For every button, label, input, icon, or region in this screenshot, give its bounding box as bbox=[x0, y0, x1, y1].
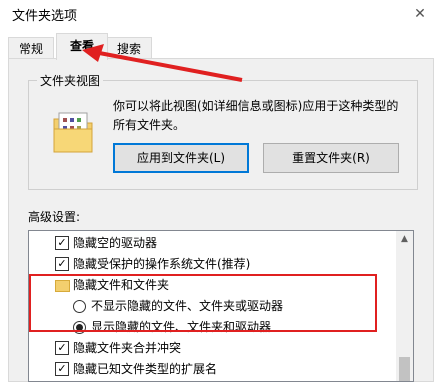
reset-folders-button[interactable]: 重置文件夹(R) bbox=[263, 143, 399, 173]
scrollbar[interactable]: ▲ bbox=[396, 231, 413, 381]
annotation-arrow-icon bbox=[82, 44, 243, 82]
list-item-label: 隐藏文件夹合并冲突 bbox=[73, 341, 182, 355]
folder-icon bbox=[53, 112, 93, 153]
list-item-label: 隐藏受保护的操作系统文件(推荐) bbox=[73, 257, 251, 271]
checkbox[interactable]: ✓ bbox=[55, 362, 69, 376]
list-item-label: 隐藏已知文件类型的扩展名 bbox=[73, 362, 218, 376]
scroll-up-icon[interactable]: ▲ bbox=[396, 231, 413, 248]
folder-views-description: 你可以将此视图(如详细信息或图标)应用于这种类型的所有文件夹。 bbox=[113, 99, 399, 132]
close-icon[interactable]: ✕ bbox=[402, 0, 438, 28]
advanced-settings-label: 高级设置: bbox=[28, 210, 81, 224]
checkbox[interactable]: ✓ bbox=[55, 257, 69, 271]
list-item-label: 隐藏空的驱动器 bbox=[73, 236, 158, 250]
folder-views-group: 文件夹视图 你可以将此视图(如详细信息或图标)应用于这种类型的所有文件夹。 应用… bbox=[28, 72, 418, 190]
checkbox[interactable]: ✓ bbox=[55, 236, 69, 250]
window-title: 文件夹选项 bbox=[12, 9, 78, 24]
checkbox[interactable]: ✓ bbox=[55, 341, 69, 355]
apply-to-folders-button[interactable]: 应用到文件夹(L) bbox=[113, 143, 249, 173]
scroll-thumb[interactable] bbox=[399, 357, 410, 381]
annotation-highlight-box bbox=[29, 274, 377, 332]
